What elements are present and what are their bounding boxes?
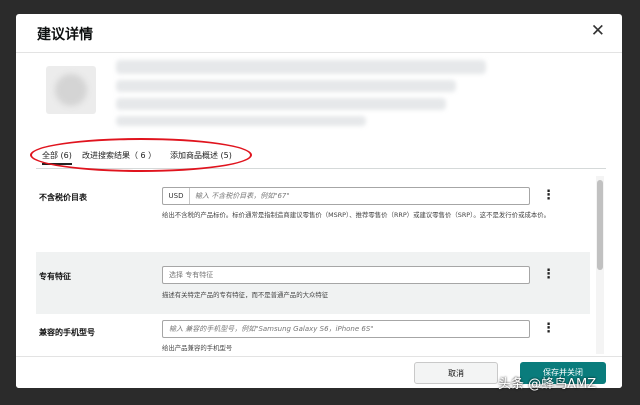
blurred-product-title bbox=[116, 80, 456, 92]
more-options-icon[interactable]: ⋮ bbox=[542, 322, 555, 336]
highlight-circle bbox=[30, 138, 252, 172]
suggestion-details-dialog: 建议详情 ✕ 全部 (6) 改进搜索结果（ 6 ） 添加商品概述 (5) 不含税… bbox=[16, 14, 622, 388]
field-row: 兼容的手机型号 输入 兼容的手机型号，例如"Samsung Galaxy S6，… bbox=[36, 314, 590, 356]
blurred-product-title bbox=[116, 60, 486, 74]
more-options-icon[interactable]: ⋮ bbox=[542, 189, 555, 203]
field-help-text: 描述有关特定产品的专有特征，而不是普通产品的大众特征 bbox=[162, 291, 329, 299]
close-icon[interactable]: ✕ bbox=[591, 21, 605, 41]
field-help-text: 给出产品兼容的手机型号 bbox=[162, 344, 233, 352]
field-label: 专有特征 bbox=[39, 272, 71, 281]
dialog-title: 建议详情 bbox=[37, 27, 93, 43]
scrollbar[interactable] bbox=[596, 176, 604, 354]
blurred-product-info bbox=[116, 98, 446, 110]
field-label: 兼容的手机型号 bbox=[39, 328, 95, 337]
field-help-text: 给出不含税的产品标价。标价通常是指制造商建议零售价（MSRP）、推荐零售价（RR… bbox=[162, 211, 551, 219]
fields-list: 不含税价目表 USD 输入 不含税价目表，例如"67" ⋮ 给出不含税的产品标价… bbox=[36, 174, 590, 356]
feature-placeholder: 选择 专有特征 bbox=[169, 271, 214, 279]
phone-model-placeholder: 输入 兼容的手机型号，例如"Samsung Galaxy S6，iPhone 6… bbox=[169, 325, 374, 333]
blurred-product-info bbox=[116, 116, 366, 126]
dialog-header: 建议详情 ✕ bbox=[16, 14, 622, 53]
phone-model-input[interactable]: 输入 兼容的手机型号，例如"Samsung Galaxy S6，iPhone 6… bbox=[162, 320, 530, 338]
cancel-button[interactable]: 取消 bbox=[414, 362, 498, 384]
watermark: 头条 @蜂鸟AMZ bbox=[498, 377, 597, 392]
field-row: 不含税价目表 USD 输入 不含税价目表，例如"67" ⋮ 给出不含税的产品标价… bbox=[36, 174, 590, 248]
scrollbar-thumb[interactable] bbox=[597, 180, 603, 270]
feature-select[interactable]: 选择 专有特征 bbox=[162, 266, 530, 284]
field-row: 专有特征 选择 专有特征 ⋮ 描述有关特定产品的专有特征，而不是普通产品的大众特… bbox=[36, 252, 590, 314]
price-placeholder: 输入 不含税价目表，例如"67" bbox=[195, 192, 290, 200]
product-thumbnail bbox=[46, 66, 96, 114]
price-input[interactable]: USD 输入 不含税价目表，例如"67" bbox=[162, 187, 530, 205]
currency-prefix: USD bbox=[163, 188, 190, 204]
field-label: 不含税价目表 bbox=[39, 193, 87, 202]
more-options-icon[interactable]: ⋮ bbox=[542, 268, 555, 282]
